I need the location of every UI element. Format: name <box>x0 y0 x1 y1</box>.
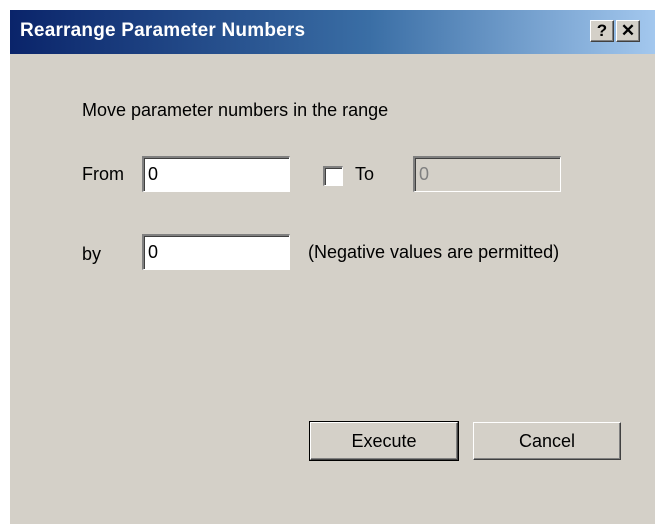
dialog-title: Rearrange Parameter Numbers <box>20 20 306 41</box>
to-label: To <box>355 164 375 184</box>
execute-button[interactable]: Execute <box>309 421 459 461</box>
close-icon: ✕ <box>620 21 636 40</box>
cancel-button-label: Cancel <box>518 430 576 451</box>
title-bar[interactable]: Rearrange Parameter Numbers ? ✕ <box>10 10 655 54</box>
close-button[interactable]: ✕ <box>616 20 640 42</box>
to-checkbox[interactable] <box>323 166 343 186</box>
rearrange-dialog: Rearrange Parameter Numbers ? ✕ Move par… <box>8 8 655 524</box>
help-icon: ? <box>596 21 608 40</box>
from-input[interactable] <box>142 156 290 192</box>
cancel-button[interactable]: Cancel <box>473 422 621 460</box>
help-button[interactable]: ? <box>590 20 614 42</box>
range-instruction: Move parameter numbers in the range <box>82 100 389 120</box>
by-label: by <box>82 244 102 264</box>
negative-values-hint: (Negative values are permitted) <box>308 242 560 262</box>
execute-button-label: Execute <box>351 430 417 451</box>
from-label: From <box>82 164 124 184</box>
by-input[interactable] <box>142 234 290 270</box>
to-input <box>413 156 561 192</box>
